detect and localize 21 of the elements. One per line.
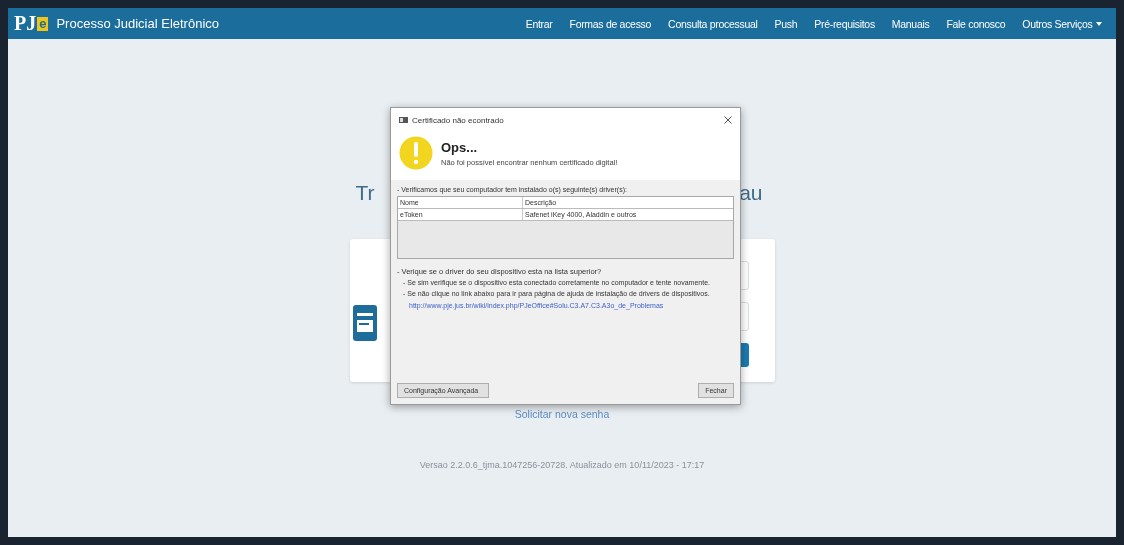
warning-icon	[399, 136, 433, 170]
dialog-title: Certificado não econtrado	[412, 115, 504, 125]
certificate-icon	[352, 305, 377, 341]
logo-text[interactable]: PJ	[14, 12, 37, 35]
nav-link[interactable]: Pré-requisitos	[805, 17, 884, 30]
nav-link[interactable]: Consulta processual	[659, 17, 767, 30]
dialog-heading: Ops...	[441, 139, 479, 155]
forgot-password-link[interactable]: Solicitar nova senha	[514, 408, 610, 420]
logo-mark[interactable]: e	[37, 16, 49, 31]
nav-link[interactable]: Outros Serviços	[1013, 17, 1110, 30]
nav-link[interactable]: Formas de acesso	[561, 17, 660, 30]
close-icon[interactable]	[724, 116, 732, 124]
version-text: Versao 2.2.0.6_tjma.1047256-20728. Atualizado em 10/11/2023 - 17:17	[419, 460, 705, 470]
nav-link[interactable]: Push	[766, 17, 806, 30]
nav-link[interactable]: Fale conosco	[937, 17, 1014, 30]
page-heading: au	[739, 181, 763, 206]
nav-link[interactable]: Entrar	[517, 17, 561, 30]
app-icon	[399, 117, 408, 123]
site-title[interactable]: Processo Judicial Eletrônico	[56, 16, 220, 31]
page-heading: Tr	[355, 181, 375, 206]
nav-link[interactable]: Manuais	[883, 17, 938, 30]
